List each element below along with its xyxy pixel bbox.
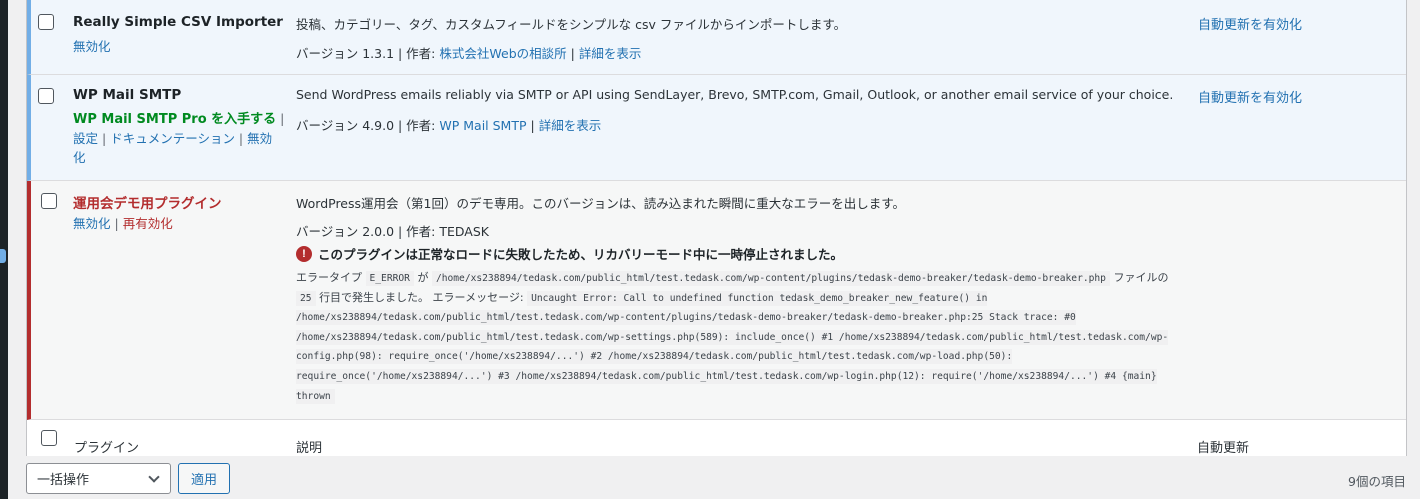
error-text: エラータイプ [296,271,362,284]
item-count: 9個の項目 [1348,474,1406,489]
chevron-down-icon [148,470,160,483]
deactivate-link[interactable]: 無効 [247,131,272,146]
plugin-checkbox[interactable] [38,14,54,30]
plugin-checkbox[interactable] [41,193,57,209]
error-details: エラータイプ E_ERROR が /home/xs238894/tedask.c… [296,269,1181,406]
enable-auto-update-link[interactable]: 自動更新を有効化 [1198,91,1302,106]
apply-button[interactable]: 適用 [178,463,230,494]
separator: | [566,46,579,61]
plugin-description: Send WordPress emails reliably via SMTP … [296,87,1174,102]
plugin-name: Really Simple CSV Importer [73,14,283,30]
view-details-link[interactable]: 詳細を表示 [579,46,642,61]
error-text: が [417,271,429,284]
error-line-code: 25 [296,290,316,306]
plugin-actions: 無効化 | 再有効化 [73,216,173,231]
plugin-actions: 無効化 [73,37,285,56]
plugin-row-csv-importer: Really Simple CSV Importer 無効化 投稿、カテゴリー、… [27,0,1406,75]
recovery-warning-text: このプラグインは正常なロードに失敗したため、リカバリーモード中に一時停止されまし… [318,247,844,262]
error-text: ファイルの [1113,271,1169,284]
plugin-meta: バージョン 2.0.0 | 作者: TEDASK [296,224,489,239]
documentation-link[interactable]: ドキュメンテーション [110,131,235,146]
version-text: バージョン 1.3.1 | 作者: [296,46,440,61]
plugins-table: Really Simple CSV Importer 無効化 投稿、カテゴリー、… [26,0,1407,456]
error-file-code: /home/xs238894/tedask.com/public_html/te… [431,271,1110,286]
separator: | [526,118,539,133]
plugin-description: WordPress運用会（第1回）のデモ専用。このバージョンは、読み込まれた瞬間… [296,196,905,211]
author-link[interactable]: WP Mail SMTP [439,118,526,133]
select-all-checkbox[interactable] [41,430,57,446]
deactivate-link-tail[interactable]: 化 [73,150,86,165]
author-link[interactable]: 株式会社Webの相談所 [439,46,566,61]
menu-indicator [0,249,6,263]
plugin-meta: バージョン 4.9.0 | 作者: WP Mail SMTP | 詳細を表示 [296,115,601,134]
plugin-meta: バージョン 1.3.1 | 作者: 株式会社Webの相談所 | 詳細を表示 [296,43,641,62]
recovery-warning: ! このプラグインは正常なロードに失敗したため、リカバリーモード中に一時停止され… [296,244,843,263]
column-description: 説明 [296,441,323,456]
version-text: バージョン 4.9.0 | 作者: [296,118,440,133]
get-pro-link[interactable]: WP Mail SMTP Pro を入手する [73,112,276,127]
admin-menu-edge [0,0,8,499]
plugin-row-wp-mail-smtp: WP Mail SMTP WP Mail SMTP Pro を入手する | 設定… [27,75,1406,181]
plugin-name: 運用会デモ用プラグイン [73,196,222,212]
enable-auto-update-link[interactable]: 自動更新を有効化 [1198,18,1302,33]
plugin-name: WP Mail SMTP [73,87,182,103]
deactivate-link[interactable]: 無効化 [73,216,111,231]
error-type-code: E_ERROR [365,271,414,286]
reactivate-link[interactable]: 再有効化 [123,216,173,231]
column-plugin[interactable]: プラグイン [74,437,139,456]
plugin-checkbox[interactable] [38,88,54,104]
error-message-code: Uncaught Error: Call to undefined functi… [296,290,1169,404]
error-icon: ! [296,245,312,262]
deactivate-link[interactable]: 無効化 [73,39,111,54]
settings-link[interactable]: 設定 [73,131,98,146]
plugin-actions: WP Mail SMTP Pro を入手する | 設定 | ドキュメンテーション… [73,111,285,165]
error-text: 行目で発生しました。 エラーメッセージ: [319,290,524,304]
plugin-row-demo-plugin: 運用会デモ用プラグイン 無効化 | 再有効化 WordPress運用会（第1回）… [27,181,1406,420]
view-details-link[interactable]: 詳細を表示 [539,118,602,133]
bulk-action-selected: 一括操作 [37,473,90,488]
bulk-action-select[interactable]: 一括操作 [26,463,171,494]
plugin-description: 投稿、カテゴリー、タグ、カスタムフィールドをシンプルな csv ファイルからイン… [296,17,847,32]
column-auto-update: 自動更新 [1197,441,1250,456]
